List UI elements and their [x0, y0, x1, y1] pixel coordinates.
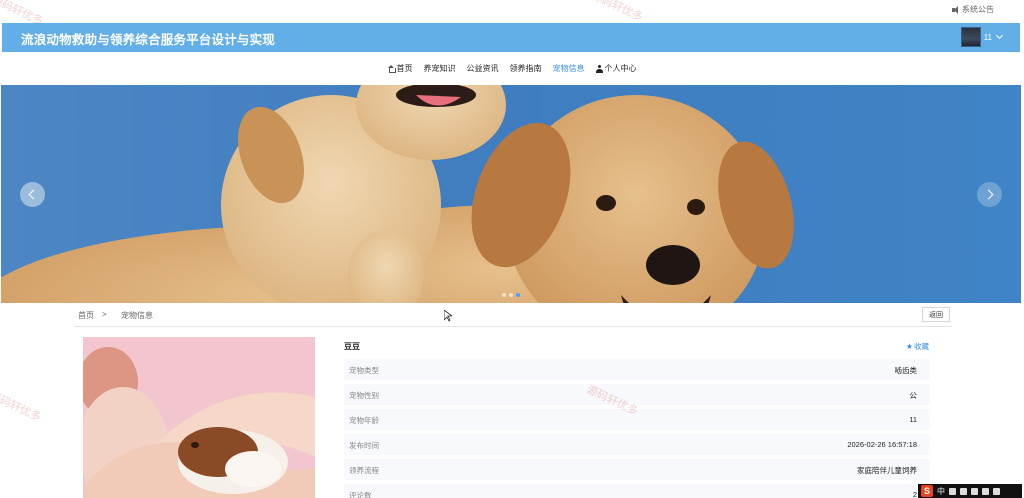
ime-logo-icon[interactable]: S	[921, 485, 933, 497]
toolbox-icon[interactable]	[993, 487, 1000, 495]
system-notice-label: 系统公告	[962, 5, 994, 14]
system-tray: S 中	[918, 484, 1022, 498]
carousel-dot-1[interactable]	[502, 293, 506, 297]
nav-item-label: 养宠知识	[423, 64, 456, 73]
nav-item-pet-knowledge[interactable]: 养宠知识	[424, 63, 456, 74]
nav-item-pet-info[interactable]: 宠物信息	[553, 63, 585, 74]
hamster-image	[83, 337, 315, 498]
site-title: 流浪动物救助与领养综合服务平台设计与实现	[21, 33, 276, 47]
header-bar: 流浪动物救助与领养综合服务平台设计与实现 11	[2, 23, 1020, 52]
info-label: 宠物年龄	[349, 416, 379, 425]
info-label: 发布时间	[349, 441, 379, 450]
carousel-prev-button[interactable]	[20, 182, 45, 207]
home-icon	[387, 65, 396, 73]
info-row-pet-gender: 宠物性别 公	[344, 384, 930, 405]
nav-item-personal-center[interactable]: 个人中心	[595, 63, 637, 74]
carousel-next-button[interactable]	[977, 182, 1002, 207]
keyboard-icon[interactable]	[971, 487, 978, 495]
nav-item-label: 宠物信息	[552, 64, 585, 73]
user-menu[interactable]: 11	[960, 27, 1004, 47]
favorite-button[interactable]: ★ 收藏	[906, 341, 929, 352]
chevron-down-icon	[995, 31, 1004, 40]
breadcrumb-separator: >	[102, 310, 107, 319]
page: 系统公告 流浪动物救助与领养综合服务平台设计与实现 11 首页 养宠知识 公益资…	[0, 0, 1024, 498]
nav-item-adoption-guide[interactable]: 领养指南	[510, 63, 542, 74]
carousel-indicators	[502, 293, 520, 297]
star-icon: ★	[905, 342, 913, 351]
info-label: 评论数	[349, 491, 372, 498]
carousel-dot-3[interactable]	[516, 293, 520, 297]
microphone-icon[interactable]	[960, 487, 967, 495]
info-value: 家庭陪伴儿童饲养	[857, 466, 917, 475]
info-value: 2026-02-26 16:57:18	[847, 440, 917, 449]
info-row-publish-time: 发布时间 2026-02-26 16:57:18	[344, 434, 930, 455]
info-label: 宠物类型	[349, 366, 379, 375]
info-row-pet-type: 宠物类型 啮齿类	[344, 359, 930, 380]
back-button[interactable]: 返回	[922, 307, 950, 322]
avatar	[960, 27, 981, 47]
info-label: 领养流程	[349, 466, 379, 475]
mouse-cursor	[444, 310, 452, 322]
info-row-pet-age: 宠物年龄 11	[344, 409, 930, 430]
breadcrumb: 首页 > 宠物信息 返回	[74, 304, 952, 327]
nav-item-label: 公益资讯	[466, 64, 499, 73]
speaker-icon	[952, 5, 960, 14]
info-row-comment-count: 评论数 2	[344, 484, 930, 498]
pet-name: 豆豆	[344, 342, 360, 351]
banner-carousel	[1, 85, 1021, 303]
nav-item-label: 首页	[396, 64, 413, 73]
info-value: 11	[909, 415, 917, 424]
user-name: 11	[983, 32, 992, 42]
info-row-adoption-process: 领养流程 家庭陪伴儿童饲养	[344, 459, 930, 480]
breadcrumb-home[interactable]: 首页	[78, 310, 94, 321]
carousel-dot-2[interactable]	[509, 293, 513, 297]
ime-language[interactable]: 中	[937, 486, 945, 497]
top-strip: 系统公告	[0, 0, 1024, 22]
system-notice-link[interactable]: 系统公告	[952, 4, 994, 15]
info-value: 公	[909, 391, 918, 400]
main-nav: 首页 养宠知识 公益资讯 领养指南 宠物信息 个人中心	[0, 52, 1024, 85]
info-value: 2	[912, 490, 917, 498]
banner-dog-image	[1, 85, 794, 303]
favorite-label: 收藏	[914, 342, 929, 351]
nav-item-charity-news[interactable]: 公益资讯	[467, 63, 499, 74]
skin-icon[interactable]	[982, 487, 989, 495]
info-value: 啮齿类	[894, 366, 918, 375]
person-icon	[595, 64, 603, 73]
nav-item-home[interactable]: 首页	[387, 63, 413, 74]
breadcrumb-current: 宠物信息	[121, 311, 153, 320]
punctuation-icon[interactable]	[949, 487, 956, 495]
pet-photo	[83, 337, 315, 498]
nav-item-label: 领养指南	[509, 64, 542, 73]
nav-item-label: 个人中心	[604, 64, 637, 73]
info-label: 宠物性别	[349, 391, 379, 400]
watermark-text: 源码轩优多	[0, 389, 43, 424]
